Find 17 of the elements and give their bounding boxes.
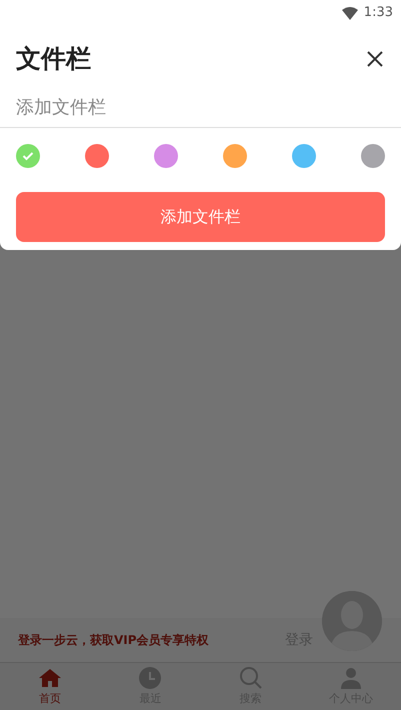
sheet-title: 文件栏 — [16, 44, 91, 74]
color-swatch[interactable] — [16, 144, 40, 168]
search-icon — [238, 666, 263, 690]
wifi-icon — [342, 6, 358, 20]
clock-icon — [138, 666, 162, 690]
close-button[interactable] — [365, 49, 385, 69]
color-swatch[interactable] — [154, 144, 178, 168]
color-swatch[interactable] — [223, 144, 247, 168]
color-swatch[interactable] — [85, 144, 109, 168]
person-icon — [338, 666, 363, 690]
add-button[interactable]: 添加文件栏 — [16, 192, 385, 242]
check-icon — [22, 151, 34, 161]
status-time: 1:33 — [364, 4, 393, 22]
tab[interactable]: 首页 — [0, 663, 100, 710]
vip-promo-text: 登录一步云，获取VIP会员专享特权 — [18, 632, 209, 649]
color-swatch[interactable] — [292, 144, 316, 168]
color-swatch[interactable] — [361, 144, 385, 168]
